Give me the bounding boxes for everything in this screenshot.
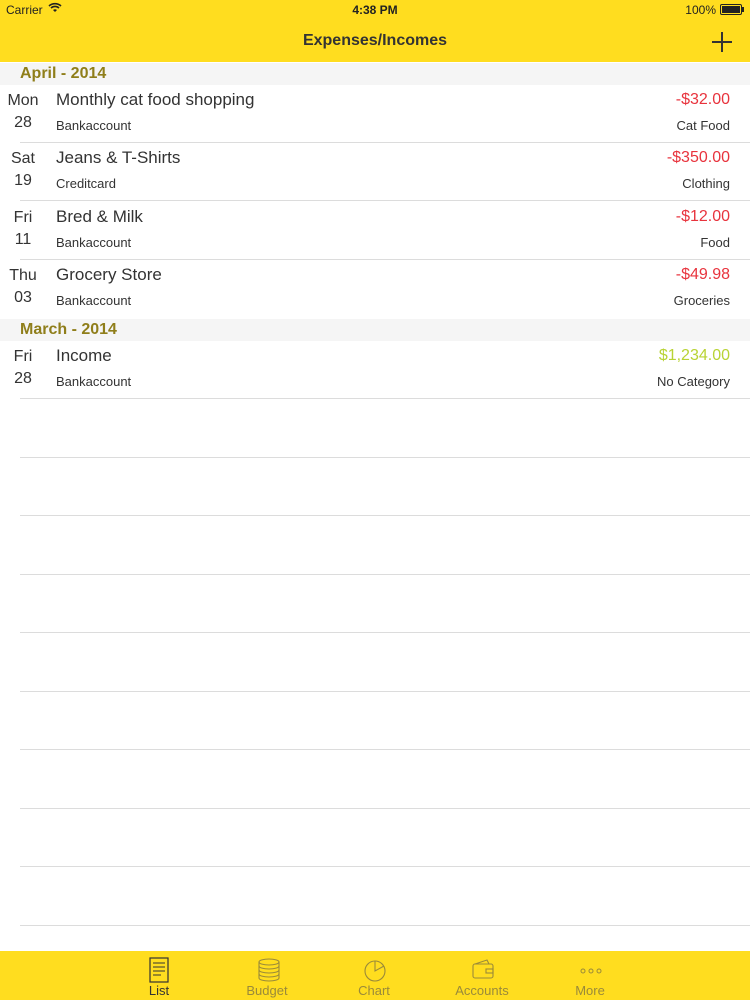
empty-row-divider — [20, 515, 750, 516]
transaction-row[interactable]: Fri 11 Bred & Milk Bankaccount -$12.00 F… — [0, 202, 750, 260]
row-title: Grocery Store — [56, 265, 162, 284]
row-day: Fri — [13, 209, 33, 226]
row-day: Sat — [10, 150, 35, 167]
row-title: Income — [56, 346, 112, 365]
empty-row-divider — [20, 574, 750, 575]
battery-percent: 100% — [685, 3, 716, 17]
empty-row-divider — [20, 925, 750, 926]
row-category: Groceries — [673, 293, 730, 308]
row-account: Creditcard — [56, 176, 116, 191]
row-title: Jeans & T-Shirts — [56, 148, 181, 167]
row-date: 11 — [14, 231, 32, 248]
list-icon — [149, 957, 169, 983]
transaction-row[interactable]: Fri 28 Income Bankaccount $1,234.00 No C… — [0, 341, 750, 399]
row-account: Bankaccount — [56, 235, 132, 250]
transaction-row[interactable]: Sat 19 Jeans & T-Shirts Creditcard -$350… — [0, 143, 750, 201]
page-title: Expenses/Incomes — [302, 32, 448, 49]
tab-budget[interactable]: Budget — [217, 951, 317, 1000]
row-title: Monthly cat food shopping — [56, 90, 255, 109]
row-amount: -$32.00 — [675, 91, 730, 108]
row-category: Cat Food — [676, 118, 730, 133]
status-time: 4:38 PM — [352, 3, 398, 17]
row-category: Clothing — [682, 176, 730, 191]
row-category: No Category — [657, 374, 730, 389]
tab-label: Accounts — [455, 983, 509, 998]
tab-accounts[interactable]: Accounts — [432, 951, 532, 1000]
transaction-row[interactable]: Mon 28 Monthly cat food shopping Bankacc… — [0, 85, 750, 143]
row-amount: -$12.00 — [675, 208, 730, 225]
row-divider — [20, 398, 750, 399]
empty-row-divider — [20, 808, 750, 809]
battery-icon — [720, 4, 744, 15]
tab-label: List — [148, 983, 170, 998]
empty-row-divider — [20, 749, 750, 750]
status-bar: Carrier 4:38 PM 100% — [0, 0, 750, 20]
navigation-bar: Carrier 4:38 PM 100% Expenses/Incomes — [0, 0, 750, 62]
section-header-march: March - 2014 — [0, 319, 750, 341]
tab-label: Budget — [246, 983, 288, 998]
wallet-icon — [472, 959, 494, 979]
row-category: Food — [700, 235, 730, 250]
section-header-april: April - 2014 — [0, 63, 750, 85]
row-amount: -$350.00 — [666, 149, 730, 166]
row-title: Bred & Milk — [56, 207, 143, 226]
row-day: Mon — [7, 92, 39, 109]
tab-more[interactable]: More — [540, 951, 640, 1000]
row-date: 19 — [14, 172, 32, 189]
empty-row-divider — [20, 457, 750, 458]
empty-row-divider — [20, 632, 750, 633]
row-date: 28 — [14, 370, 32, 387]
tab-bar: List Budget Chart Accounts More — [0, 951, 750, 1000]
row-day: Thu — [9, 267, 37, 284]
section-header-label: April - 2014 — [20, 65, 107, 82]
section-header-label: March - 2014 — [20, 321, 117, 338]
empty-row-divider — [20, 866, 750, 867]
row-amount: -$49.98 — [675, 266, 730, 283]
transaction-row[interactable]: Thu 03 Grocery Store Bankaccount -$49.98… — [0, 260, 750, 318]
tab-label: More — [575, 983, 605, 998]
pie-chart-icon — [364, 960, 386, 982]
coins-icon — [258, 958, 280, 982]
empty-row-divider — [20, 691, 750, 692]
row-amount: $1,234.00 — [658, 347, 730, 364]
tab-label: Chart — [358, 983, 390, 998]
row-date: 28 — [14, 114, 32, 131]
row-account: Bankaccount — [56, 374, 132, 389]
row-account: Bankaccount — [56, 118, 132, 133]
row-day: Fri — [13, 348, 33, 365]
row-divider — [20, 200, 750, 201]
row-date: 03 — [14, 289, 32, 306]
row-account: Bankaccount — [56, 293, 132, 308]
more-icon — [580, 968, 602, 974]
plus-icon[interactable] — [710, 30, 734, 54]
tab-list[interactable]: List — [109, 951, 209, 1000]
tab-chart[interactable]: Chart — [324, 951, 424, 1000]
